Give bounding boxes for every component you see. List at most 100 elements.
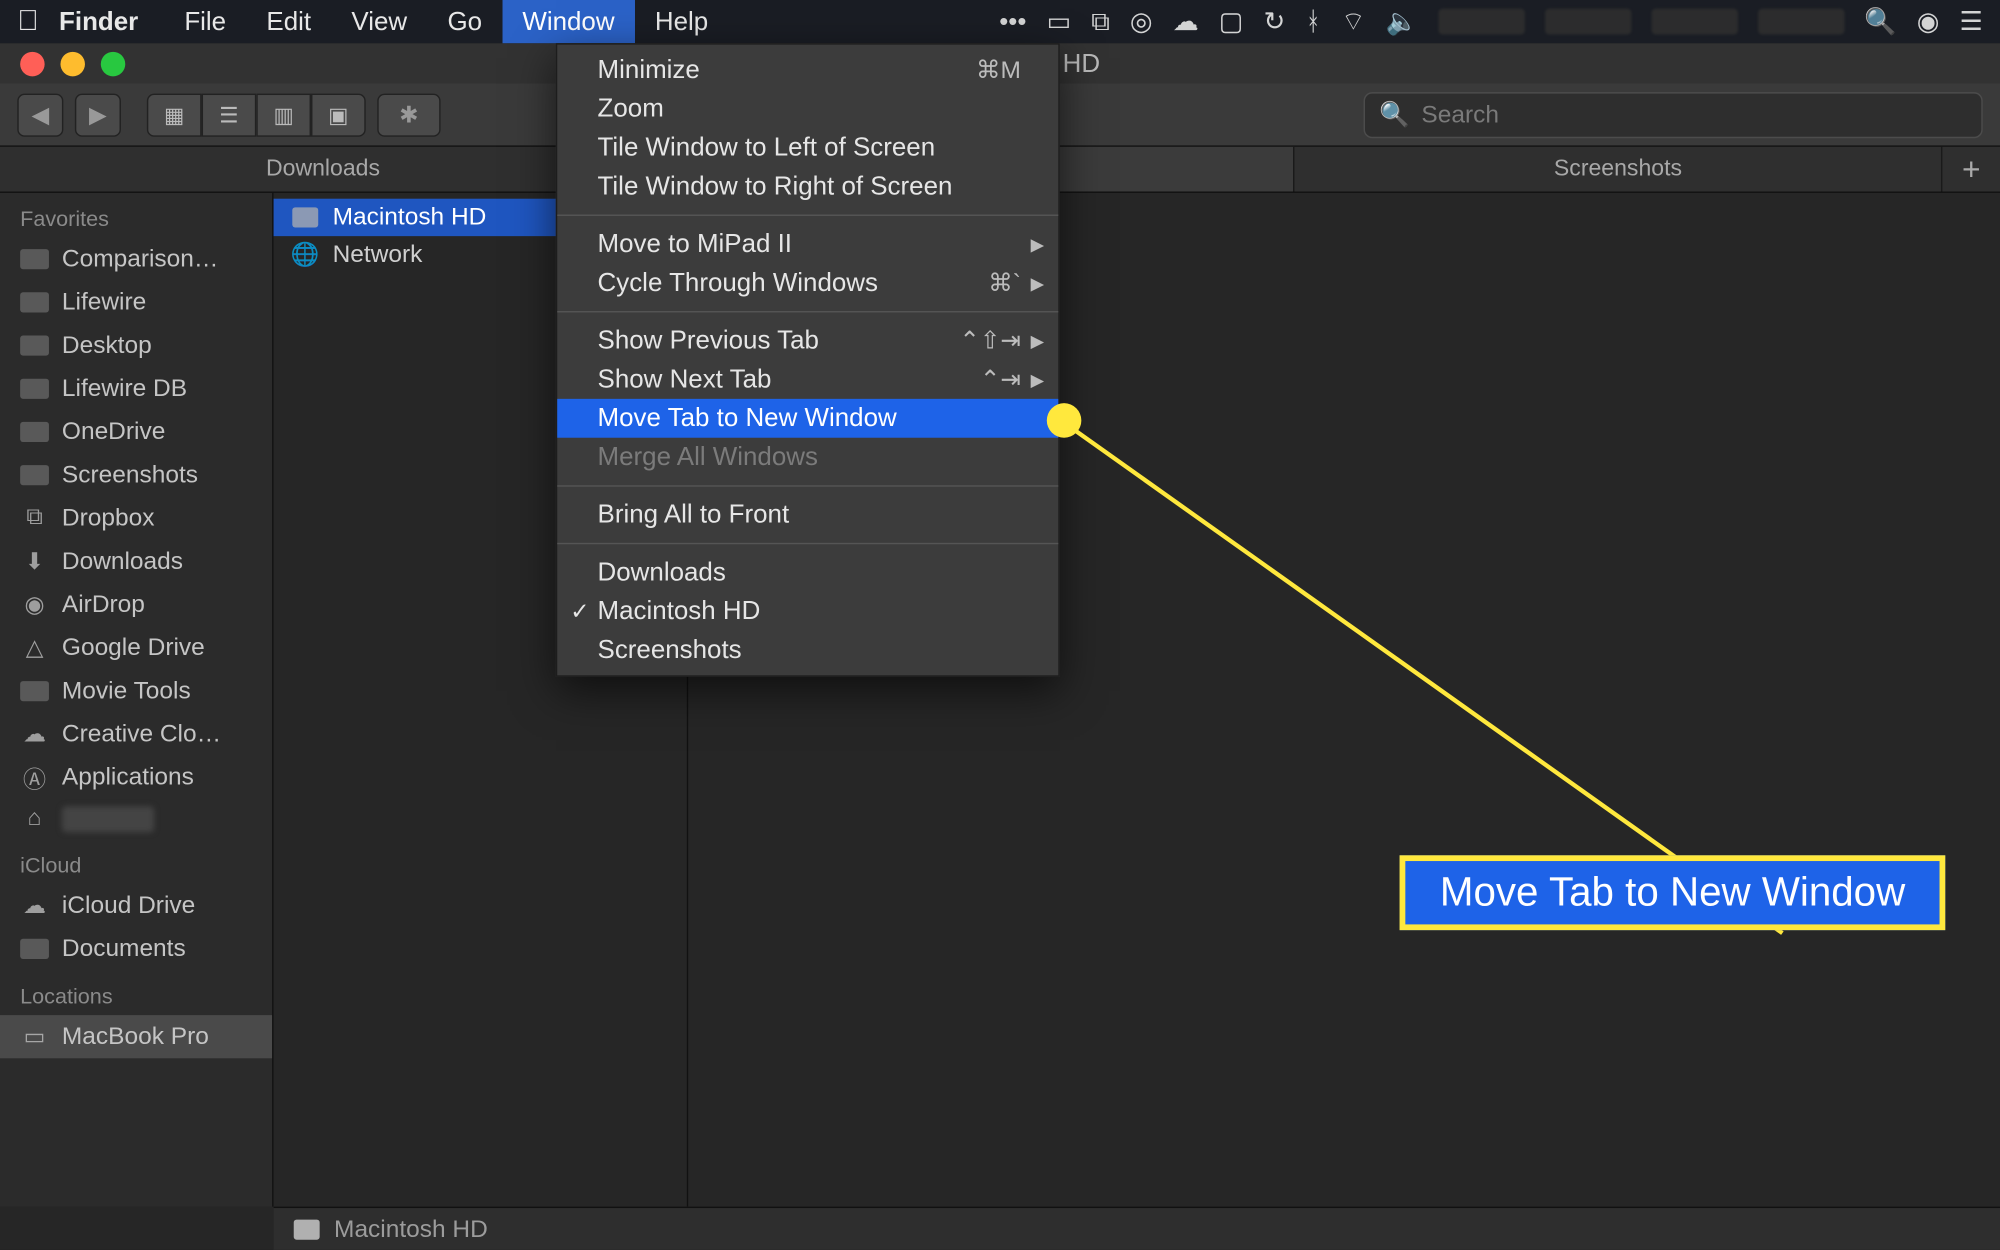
sidebar: FavoritesComparison…LifewireDesktopLifew… <box>0 193 274 1207</box>
sidebar-label: Screenshots <box>62 461 198 490</box>
cloud-icon[interactable]: ☁ <box>1173 6 1199 36</box>
submenu-arrow-icon: ▶ <box>1031 234 1044 254</box>
dropbox-icon[interactable]: ⧉ <box>1091 6 1110 36</box>
folder-icon <box>20 419 49 445</box>
folder-icon <box>20 333 49 359</box>
sidebar-item[interactable]: ▭MacBook Pro <box>0 1015 272 1058</box>
annotation-dot <box>1047 403 1082 438</box>
menu-item[interactable]: Zoom <box>557 89 1058 128</box>
sidebar-item[interactable]: ☁Creative Clo… <box>0 713 272 756</box>
menu-label: Bring All to Front <box>598 500 790 530</box>
display-icon[interactable]: ▭ <box>1047 6 1072 36</box>
sidebar-label: AirDrop <box>62 590 145 619</box>
menu-edit[interactable]: Edit <box>246 0 331 43</box>
bluetooth-icon[interactable]: ᚼ <box>1305 6 1321 36</box>
sidebar-item[interactable]: Lifewire <box>0 281 272 324</box>
menu-item[interactable]: ✓Macintosh HD <box>557 592 1058 631</box>
menu-label: Downloads <box>598 557 726 587</box>
menu-item: Merge All Windows <box>557 438 1058 477</box>
volume-icon[interactable]: 🔈 <box>1386 6 1418 36</box>
menu-item[interactable]: Tile Window to Left of Screen <box>557 128 1058 167</box>
search-field[interactable]: 🔍 Search <box>1364 91 1983 137</box>
menu-window[interactable]: Window <box>502 0 635 43</box>
sidebar-item[interactable]: △Google Drive <box>0 626 272 669</box>
close-button[interactable] <box>20 51 44 75</box>
traffic-lights <box>20 51 125 75</box>
siri-icon[interactable]: ◉ <box>1917 6 1940 36</box>
menu-item[interactable]: Tile Window to Right of Screen <box>557 167 1058 206</box>
submenu-arrow-icon: ▶ <box>1031 369 1044 389</box>
timemachine-icon[interactable]: ↻ <box>1263 6 1285 36</box>
spotlight-icon[interactable]: 🔍 <box>1864 6 1896 36</box>
list-view-button[interactable]: ☰ <box>202 93 257 136</box>
app-name[interactable]: Finder <box>59 6 138 36</box>
menu-label: Minimize <box>598 55 700 85</box>
menu-help[interactable]: Help <box>635 0 729 43</box>
menu-item[interactable]: Move to MiPad II▶ <box>557 225 1058 264</box>
menu-label: Show Next Tab <box>598 364 772 394</box>
menu-item[interactable]: Show Previous Tab⌃⇧⇥▶ <box>557 321 1058 360</box>
wifi-icon[interactable]: ⌔ <box>1341 5 1365 38</box>
folder-icon <box>20 376 49 402</box>
airplay-icon[interactable]: ▢ <box>1219 6 1244 36</box>
menu-item[interactable]: Cycle Through Windows⌘`▶ <box>557 263 1058 302</box>
cc-icon[interactable]: ◎ <box>1130 6 1153 36</box>
menu-shortcut: ⌘M <box>976 55 1021 84</box>
menu-view[interactable]: View <box>331 0 427 43</box>
sidebar-label: iCloud Drive <box>62 891 195 920</box>
sidebar-item[interactable]: ⬇Downloads <box>0 540 272 583</box>
menu-shortcut: ⌃⇧⇥ <box>959 326 1021 355</box>
finder-tab[interactable]: Screenshots <box>1295 147 1942 192</box>
sidebar-item[interactable]: Documents <box>0 927 272 970</box>
apps-icon: Ⓐ <box>20 765 49 791</box>
sidebar-item[interactable]: Comparison… <box>0 238 272 281</box>
overflow-icon[interactable]: ••• <box>999 6 1026 36</box>
menu-item[interactable]: Downloads <box>557 553 1058 592</box>
menu-item[interactable]: Move Tab to New Window <box>557 399 1058 438</box>
menu-separator <box>557 543 1058 544</box>
sidebar-item[interactable]: Lifewire DB <box>0 367 272 410</box>
minimize-button[interactable] <box>60 51 84 75</box>
sidebar-item[interactable]: Movie Tools <box>0 670 272 713</box>
column-view-button[interactable]: ▥ <box>256 93 311 136</box>
fullscreen-button[interactable] <box>101 51 125 75</box>
gallery-view-button[interactable]: ▣ <box>311 93 366 136</box>
sidebar-label: Comparison… <box>62 245 218 274</box>
new-tab-button[interactable]: + <box>1942 147 2000 192</box>
sidebar-item[interactable]: ⧉Dropbox <box>0 497 272 540</box>
menu-label: Show Previous Tab <box>598 325 819 355</box>
sidebar-item[interactable]: Ⓐ Applications <box>0 756 272 799</box>
redacted-label <box>62 806 154 832</box>
menu-item[interactable]: Show Next Tab⌃⇥▶ <box>557 360 1058 399</box>
back-button[interactable]: ◀ <box>17 93 63 136</box>
search-icon: 🔍 <box>1379 100 1409 129</box>
apple-menu-icon[interactable]:  <box>17 5 39 38</box>
sidebar-item[interactable]: ⌂ <box>0 799 272 839</box>
path-segment[interactable]: Macintosh HD <box>334 1215 488 1244</box>
menu-label: Merge All Windows <box>598 442 818 472</box>
finder-tab[interactable]: Downloads <box>0 147 647 192</box>
notification-center-icon[interactable]: ☰ <box>1959 6 1982 36</box>
menu-item[interactable]: Bring All to Front <box>557 495 1058 534</box>
sidebar-label: OneDrive <box>62 418 165 447</box>
sidebar-item[interactable]: ◉AirDrop <box>0 583 272 626</box>
arrange-button[interactable]: ✱ <box>377 93 440 136</box>
icon-view-button[interactable]: ▦ <box>147 93 202 136</box>
cloud-icon: ☁ <box>20 721 49 747</box>
sidebar-item[interactable]: ☁iCloud Drive <box>0 884 272 927</box>
sidebar-label: Applications <box>62 763 194 792</box>
menu-file[interactable]: File <box>164 0 246 43</box>
sidebar-item[interactable]: Desktop <box>0 324 272 367</box>
menu-item[interactable]: Minimize ⌘M <box>557 50 1058 89</box>
menu-item[interactable]: Screenshots <box>557 631 1058 670</box>
folder-icon <box>20 246 49 272</box>
view-switcher: ▦ ☰ ▥ ▣ <box>147 93 366 136</box>
sidebar-item[interactable]: Screenshots <box>0 454 272 497</box>
dropbox-icon: ⧉ <box>20 505 49 531</box>
folder-icon <box>20 462 49 488</box>
forward-button[interactable]: ▶ <box>75 93 121 136</box>
home-icon: ⌂ <box>20 806 49 832</box>
disk-icon <box>294 1219 320 1239</box>
sidebar-item[interactable]: OneDrive <box>0 410 272 453</box>
menu-go[interactable]: Go <box>427 0 502 43</box>
